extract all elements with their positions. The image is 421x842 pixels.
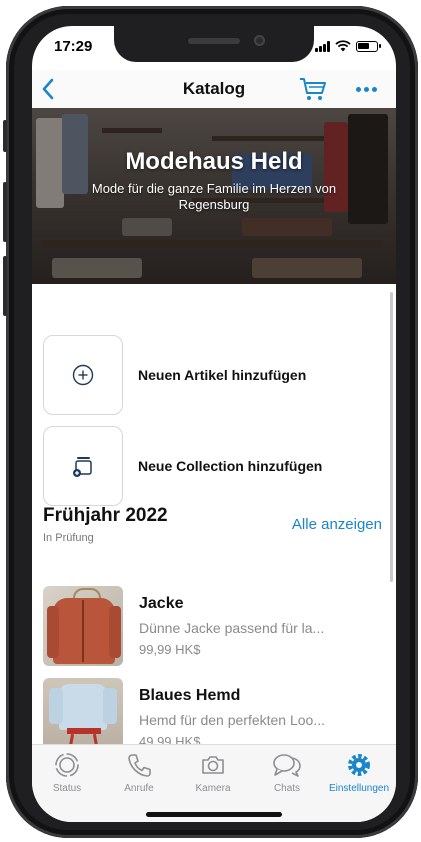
add-item-label: Neuen Artikel hinzufügen — [138, 367, 307, 383]
page-title: Katalog — [182, 79, 246, 98]
tab-settings-label: Einstellungen — [328, 783, 390, 794]
speaker — [188, 38, 240, 44]
product-item[interactable]: Jacke Dünne Jacke passend für la... 99,9… — [43, 586, 383, 666]
notch — [114, 26, 314, 62]
cart-icon[interactable] — [298, 75, 328, 103]
add-collection-tile[interactable] — [43, 426, 123, 506]
tab-bar: Status Anrufe Kamera Chats Einstellungen — [32, 744, 396, 822]
add-collection-icon — [73, 457, 92, 477]
product-info: Jacke Dünne Jacke passend für la... 99,9… — [139, 586, 324, 666]
signal-icon — [315, 40, 330, 52]
collection-status: In Prüfung — [43, 532, 94, 544]
product-name: Jacke — [139, 595, 184, 612]
tab-status-label: Status — [52, 783, 82, 794]
tab-chats[interactable]: Chats — [252, 751, 322, 801]
add-collection-label: Neue Collection hinzufügen — [138, 458, 323, 474]
tab-camera-label: Kamera — [195, 783, 231, 794]
wifi-icon — [335, 40, 351, 52]
phone-icon — [128, 754, 151, 777]
plus-circle-icon — [72, 364, 94, 386]
status-time: 17:29 — [54, 38, 93, 55]
tab-camera[interactable]: Kamera — [178, 751, 248, 801]
front-camera — [254, 35, 265, 46]
status-icons — [315, 40, 381, 52]
store-name: Modehaus Held — [125, 148, 303, 175]
product-price: 99,99 HK$ — [139, 642, 201, 657]
volume-up-button — [3, 182, 7, 242]
store-banner: Modehaus Held Mode für die ganze Familie… — [32, 108, 396, 284]
product-image-jacket — [43, 586, 123, 666]
camera-icon — [202, 756, 224, 774]
volume-down-button — [3, 256, 7, 316]
add-item-tile[interactable] — [43, 335, 123, 415]
add-item-row[interactable]: Neuen Artikel hinzufügen — [43, 335, 383, 415]
silent-switch — [3, 120, 7, 152]
tab-chats-label: Chats — [273, 783, 301, 794]
add-collection-row[interactable]: Neue Collection hinzufügen — [43, 426, 383, 506]
product-name: Blaues Hemd — [139, 687, 241, 704]
battery-icon — [356, 40, 381, 52]
status-icon — [55, 753, 79, 777]
chat-bubbles-icon — [273, 754, 301, 777]
tab-calls[interactable]: Anrufe — [104, 751, 174, 801]
more-dots-icon[interactable] — [350, 75, 382, 103]
show-all-link[interactable]: Alle anzeigen — [292, 516, 382, 533]
settings-gear-icon — [348, 754, 370, 776]
product-description: Hemd für den perfekten Loo... — [139, 712, 325, 728]
tab-calls-label: Anrufe — [124, 783, 154, 794]
store-tagline: Mode für die ganze Familie im Herzen von… — [91, 181, 337, 212]
tab-settings[interactable]: Einstellungen — [324, 751, 394, 801]
phone-screen: 17:29 Katalog Modehaus Held Mode für die… — [32, 26, 396, 822]
navigation-bar: Katalog — [32, 70, 396, 108]
tab-status[interactable]: Status — [32, 751, 102, 801]
home-indicator — [146, 812, 282, 817]
product-description: Dünne Jacke passend für la... — [139, 620, 325, 636]
scroll-indicator — [390, 292, 393, 582]
collection-title: Frühjahr 2022 — [43, 505, 168, 526]
catalog-content: Neuen Artikel hinzufügen Neue Collection… — [32, 284, 396, 758]
